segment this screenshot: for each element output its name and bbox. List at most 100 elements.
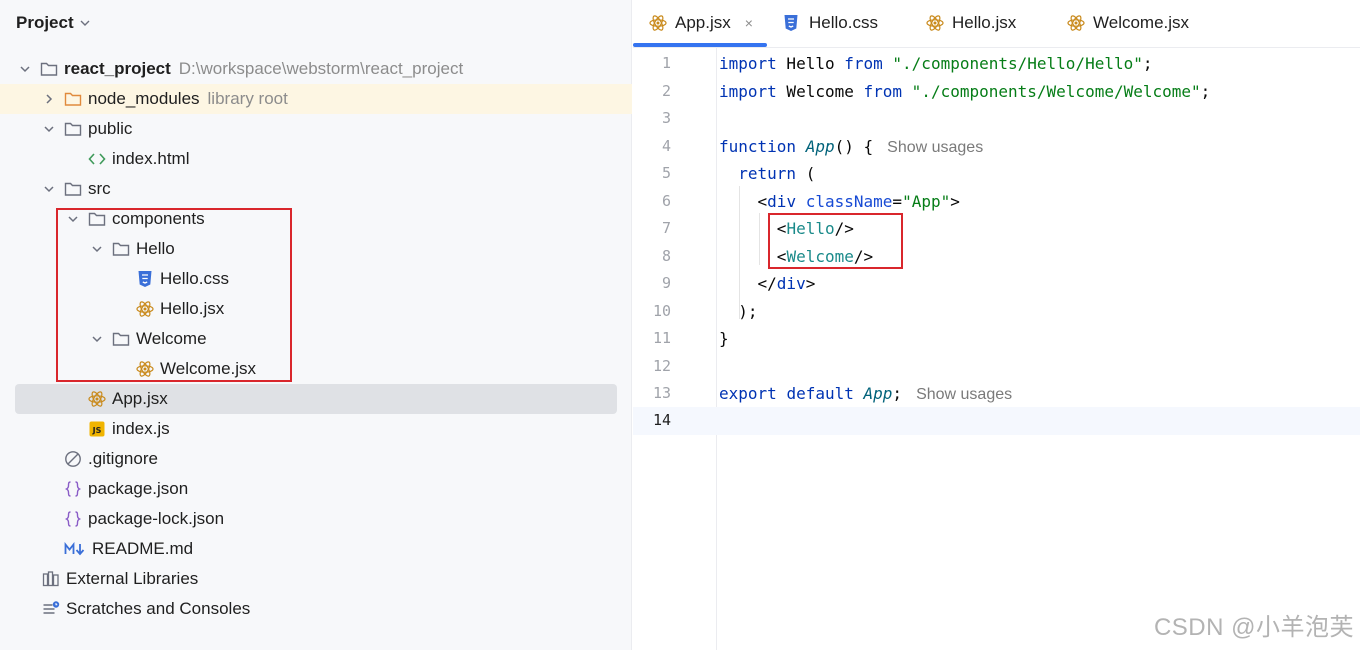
- tree-item-label: External Libraries: [66, 569, 199, 588]
- tree-item-index-js[interactable]: JS index.js: [0, 414, 632, 444]
- json-icon: [64, 480, 82, 498]
- code-text: <Hello/>: [776, 219, 854, 238]
- show-usages-hint[interactable]: Show usages: [916, 386, 1012, 403]
- tree-item-scratches[interactable]: Scratches and Consoles: [0, 594, 632, 624]
- html-icon: [88, 150, 106, 168]
- tree-item-label: index.js: [112, 419, 170, 438]
- tree-item-react-project[interactable]: react_project D:\workspace\webstorm\reac…: [0, 54, 632, 84]
- line-number: 12: [652, 356, 671, 375]
- code-line[interactable]: 2 import Welcome from "./components/Welc…: [633, 78, 1360, 106]
- code-line[interactable]: 3: [633, 105, 1360, 133]
- markdown-icon: [64, 540, 86, 558]
- line-number: 2: [661, 81, 671, 100]
- tab-welcome-jsx[interactable]: Welcome.jsx: [1067, 0, 1189, 46]
- tree-item-src[interactable]: src: [0, 174, 632, 204]
- tree-item-label: App.jsx: [112, 389, 168, 408]
- chevron-down-icon[interactable]: [90, 332, 104, 346]
- chevron-down-icon[interactable]: [90, 242, 104, 256]
- tree-item-label: .gitignore: [88, 449, 158, 468]
- tree-item-label: README.md: [92, 539, 194, 558]
- chevron-down-icon[interactable]: [18, 62, 32, 76]
- code-text: return (: [738, 164, 816, 183]
- tab-app-jsx[interactable]: App.jsx ×: [649, 0, 753, 46]
- tree-item-label: Welcome: [136, 329, 207, 348]
- code-text: <div className="App">: [757, 191, 960, 211]
- code-text: import Welcome from "./components/Welcom…: [719, 81, 1211, 101]
- code-line[interactable]: 10 );: [633, 298, 1360, 326]
- tab-hello-jsx[interactable]: Hello.jsx: [926, 0, 1016, 46]
- code-line[interactable]: 13 export default App; Show usages: [633, 380, 1360, 408]
- chevron-right-icon[interactable]: [42, 92, 56, 106]
- line-number: 14: [652, 411, 671, 429]
- tab-label: Hello.jsx: [952, 13, 1017, 32]
- react-icon: [649, 14, 667, 32]
- show-usages-hint[interactable]: Show usages: [887, 139, 983, 156]
- tab-label: Welcome.jsx: [1093, 13, 1190, 32]
- line-number: 11: [652, 329, 671, 347]
- tree-item-index-html[interactable]: index.html: [0, 144, 632, 174]
- react-icon: [88, 390, 106, 408]
- tree-item-gitignore[interactable]: .gitignore: [0, 444, 632, 474]
- tree-item-public[interactable]: public: [0, 114, 632, 144]
- tree-item-welcome-jsx[interactable]: Welcome.jsx: [0, 354, 632, 384]
- code-line[interactable]: 6 <div className="App">: [633, 188, 1360, 216]
- tree-item-app-jsx[interactable]: App.jsx: [15, 384, 617, 414]
- chevron-down-icon[interactable]: [42, 122, 56, 136]
- code-line[interactable]: 1 import Hello from "./components/Hello/…: [633, 50, 1360, 78]
- tree-item-hint: library root: [207, 89, 288, 108]
- js-icon: JS: [88, 420, 106, 438]
- tree-item-external-libraries[interactable]: External Libraries: [0, 564, 632, 594]
- ignore-icon: [64, 450, 82, 468]
- code-text: import Hello from "./components/Hello/He…: [719, 54, 1153, 73]
- code-text: function App() {Show usages: [719, 136, 984, 156]
- css-icon: [136, 270, 154, 288]
- tree-item-package-lock-json[interactable]: package-lock.json: [0, 504, 632, 534]
- chevron-down-icon[interactable]: [42, 182, 56, 196]
- react-icon: [926, 14, 944, 32]
- line-number: 5: [661, 164, 671, 182]
- tree-item-readme[interactable]: README.md: [0, 534, 632, 564]
- code-line[interactable]: 8 <Welcome/>: [633, 243, 1360, 271]
- code-line-current[interactable]: 14: [633, 407, 1360, 435]
- tree-item-path: D:\workspace\webstorm\react_project: [178, 59, 464, 78]
- code-line[interactable]: 7 <Hello/>: [633, 215, 1360, 243]
- tree-item-hello-folder[interactable]: Hello: [0, 234, 632, 264]
- code-line[interactable]: 4 function App() {Show usages: [633, 133, 1360, 161]
- code-line[interactable]: 11 }: [633, 325, 1360, 353]
- tab-hello-css[interactable]: Hello.css: [783, 0, 878, 46]
- tree-item-welcome-folder[interactable]: Welcome: [0, 324, 632, 354]
- editor-tabs: App.jsx × Hello.css Hello.jsx Welcome.js…: [633, 0, 1360, 48]
- line-number: 6: [661, 191, 671, 210]
- close-icon[interactable]: ×: [745, 15, 753, 31]
- tab-label: App.jsx: [675, 13, 731, 32]
- project-panel-header[interactable]: Project: [16, 12, 90, 34]
- active-tab-indicator: [633, 43, 767, 47]
- tree-item-label: index.html: [112, 149, 190, 168]
- code-text: export default App; Show usages: [719, 384, 1013, 403]
- line-number: 8: [661, 246, 671, 265]
- tree-item-label: package-lock.json: [88, 509, 225, 528]
- folder-orange-icon: [64, 90, 82, 108]
- json-icon: [64, 510, 82, 528]
- code-text: );: [738, 301, 758, 321]
- tree-item-package-json[interactable]: package.json: [0, 474, 632, 504]
- scratches-icon: [42, 600, 60, 618]
- code-line[interactable]: 12: [633, 353, 1360, 381]
- tree-item-hello-jsx[interactable]: Hello.jsx: [0, 294, 632, 324]
- folder-icon: [40, 60, 58, 78]
- tree-item-label: public: [88, 119, 133, 138]
- react-icon: [1067, 14, 1085, 32]
- css-icon: [783, 14, 801, 32]
- code-line[interactable]: 9 </div>: [633, 270, 1360, 298]
- tree-item-node-modules[interactable]: node_modules library root: [0, 84, 632, 114]
- chevron-down-icon[interactable]: [66, 212, 80, 226]
- tree-item-hello-css[interactable]: Hello.css: [0, 264, 632, 294]
- code-line[interactable]: 5 return (: [633, 160, 1360, 188]
- folder-icon: [88, 210, 106, 228]
- tree-item-label: Scratches and Consoles: [66, 599, 251, 618]
- line-number: 1: [661, 54, 671, 72]
- tree-item-label: Hello.css: [160, 269, 229, 288]
- line-number: 3: [661, 109, 671, 127]
- tree-item-components[interactable]: components: [0, 204, 632, 234]
- panel-title: Project: [16, 13, 74, 32]
